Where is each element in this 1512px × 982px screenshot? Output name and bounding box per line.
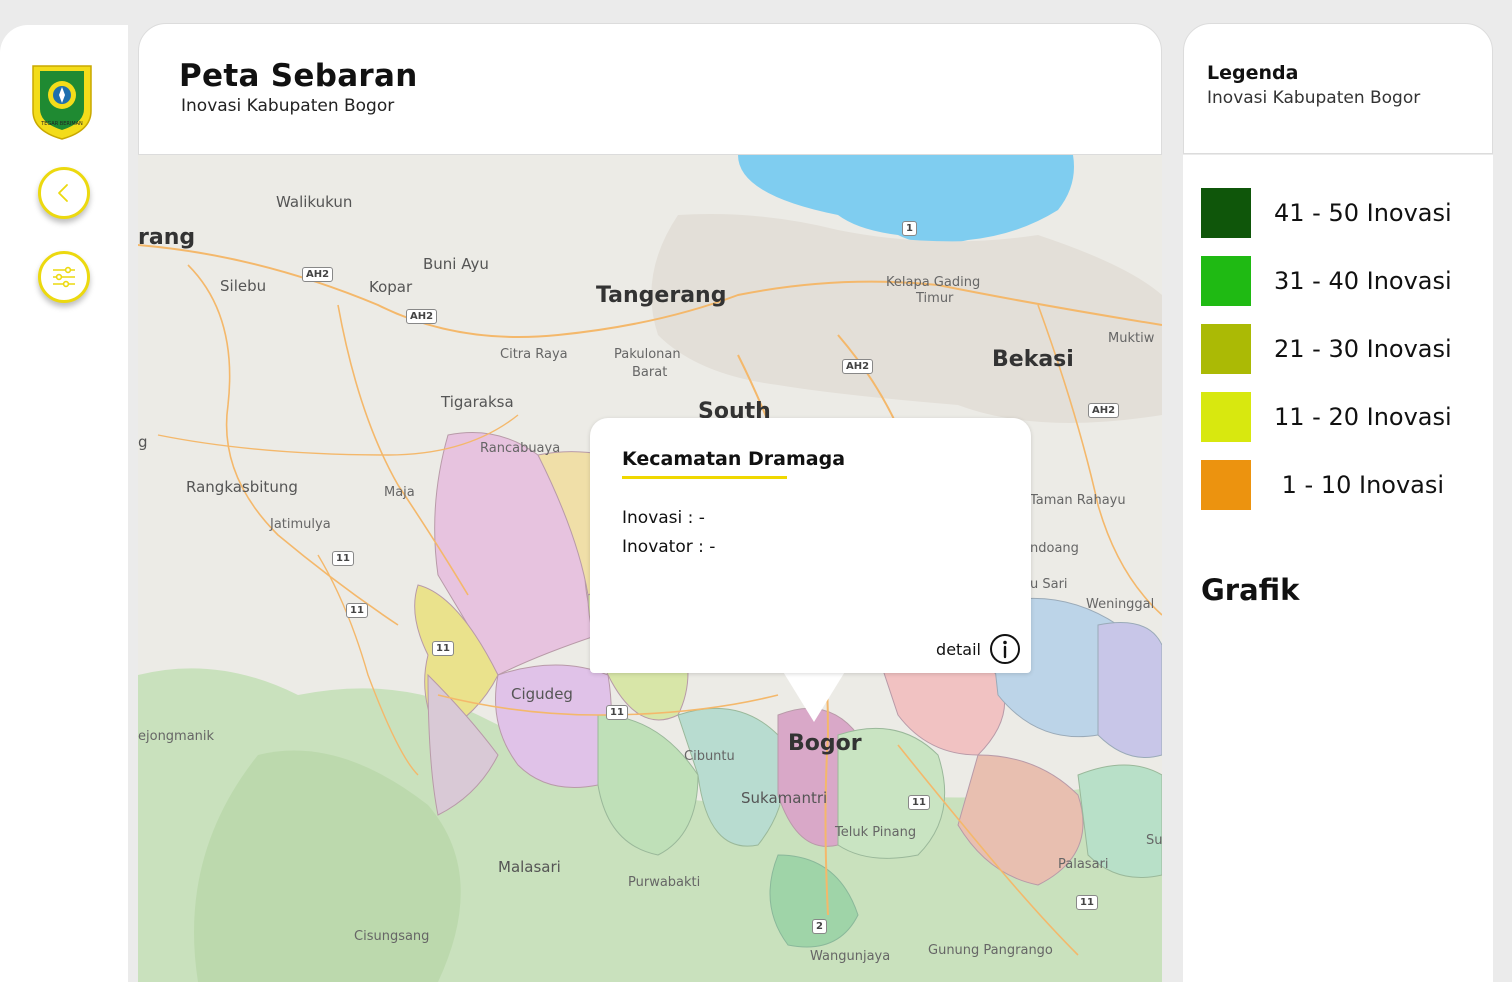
district-popup: Kecamatan Dramaga Inovasi : - Inovator :… xyxy=(590,418,1031,673)
road-shield: 11 xyxy=(432,641,454,656)
road-shield: 2 xyxy=(812,919,827,934)
map-label: ndoang xyxy=(1030,541,1079,556)
detail-button[interactable]: detail xyxy=(936,633,1021,665)
road-shield: 11 xyxy=(1076,895,1098,910)
map-label: rang xyxy=(138,225,196,250)
map-label: Weninggal xyxy=(1086,597,1155,612)
legend-item: 41 - 50 Inovasi xyxy=(1201,188,1452,238)
road-shield: AH2 xyxy=(406,309,438,324)
map-label: Sukamantri xyxy=(741,789,828,807)
legend-swatch xyxy=(1201,460,1251,510)
legend-label: 41 - 50 Inovasi xyxy=(1274,199,1452,227)
map-label: Purwabakti xyxy=(628,875,701,890)
legend-title: Legenda xyxy=(1207,62,1299,84)
road-shield: 1 xyxy=(902,221,917,236)
popup-title-underline xyxy=(622,476,787,479)
map-label: Malasari xyxy=(498,858,561,876)
map-label: Muktiw xyxy=(1108,331,1155,346)
road-shield: AH2 xyxy=(1088,403,1120,418)
legend-label: 1 - 10 Inovasi xyxy=(1274,471,1445,499)
map-label: Buni Ayu xyxy=(423,255,489,273)
map-label: ejongmanik xyxy=(138,729,215,744)
map-label: Cisungsang xyxy=(354,929,430,944)
legend-swatch xyxy=(1201,256,1251,306)
sliders-icon xyxy=(53,266,75,288)
map-label: Walikukun xyxy=(276,193,353,211)
map-label: Bogor xyxy=(788,731,862,756)
legend-header: Legenda Inovasi Kabupaten Bogor xyxy=(1183,23,1493,154)
map-label: Teluk Pinang xyxy=(835,825,917,840)
road-shield: 11 xyxy=(606,705,628,720)
map-label: Barat xyxy=(632,365,668,380)
map-label: Gunung Pangrango xyxy=(928,943,1053,958)
map-label: g xyxy=(138,433,148,451)
legend-panel: 41 - 50 Inovasi 31 - 40 Inovasi 21 - 30 … xyxy=(1183,155,1493,982)
legend-label: 21 - 30 Inovasi xyxy=(1274,335,1452,363)
map-label: Jatimulya xyxy=(270,517,331,532)
svg-text:TEGAR BERIMAN: TEGAR BERIMAN xyxy=(40,121,83,127)
map-label: Wangunjaya xyxy=(810,949,891,964)
legend-swatch xyxy=(1201,188,1251,238)
sidebar: TEGAR BERIMAN xyxy=(0,25,128,982)
legend-subtitle: Inovasi Kabupaten Bogor xyxy=(1207,88,1421,108)
popup-title: Kecamatan Dramaga xyxy=(622,448,846,470)
legend-swatch xyxy=(1201,324,1251,374)
map-label: Timur xyxy=(916,291,954,306)
chevron-left-icon xyxy=(58,184,68,202)
page-title: Peta Sebaran xyxy=(179,58,418,94)
map-label: Su xyxy=(1146,833,1162,848)
legend-item: 1 - 10 Inovasi xyxy=(1201,460,1444,510)
map-label: Cigudeg xyxy=(511,685,573,703)
map-label: Tigaraksa xyxy=(441,393,514,411)
map-label: u Sari xyxy=(1030,577,1068,592)
kabupaten-bogor-logo: TEGAR BERIMAN xyxy=(30,63,94,141)
legend-item: 21 - 30 Inovasi xyxy=(1201,324,1452,374)
road-shield: 11 xyxy=(346,603,368,618)
legend-item: 11 - 20 Inovasi xyxy=(1201,392,1452,442)
map-label: Citra Raya xyxy=(500,347,568,362)
map-label: Tangerang xyxy=(596,283,727,308)
map-label: Kelapa Gading xyxy=(886,275,981,290)
back-button[interactable] xyxy=(38,167,90,219)
legend-label: 11 - 20 Inovasi xyxy=(1274,403,1452,431)
map-label: Palasari xyxy=(1058,857,1109,872)
map-label: Pakulonan xyxy=(614,347,681,362)
legend-swatch xyxy=(1201,392,1251,442)
map-label: Bekasi xyxy=(992,347,1074,372)
info-icon xyxy=(990,634,1020,664)
map-label: Rangkasbitung xyxy=(186,478,298,496)
popup-pointer xyxy=(782,670,846,722)
popup-inovator: Inovator : - xyxy=(622,537,716,557)
road-shield: 11 xyxy=(332,551,354,566)
map-label: Taman Rahayu xyxy=(1030,493,1126,508)
legend-label: 31 - 40 Inovasi xyxy=(1274,267,1452,295)
page-subtitle: Inovasi Kabupaten Bogor xyxy=(181,96,395,116)
road-shield: 11 xyxy=(908,795,930,810)
legend-item: 31 - 40 Inovasi xyxy=(1201,256,1452,306)
detail-label: detail xyxy=(936,639,981,659)
map-label: Rancabuaya xyxy=(480,441,561,456)
map-label: Silebu xyxy=(220,277,267,295)
road-shield: AH2 xyxy=(302,267,334,282)
map-label: Kopar xyxy=(369,278,413,296)
map-label: Maja xyxy=(384,485,415,500)
filter-button[interactable] xyxy=(38,251,90,303)
road-shield: AH2 xyxy=(842,359,874,374)
popup-inovasi: Inovasi : - xyxy=(622,508,705,528)
header-card: Peta Sebaran Inovasi Kabupaten Bogor xyxy=(138,23,1162,155)
grafik-title: Grafik xyxy=(1201,573,1300,607)
map-label: Cibuntu xyxy=(684,749,735,764)
